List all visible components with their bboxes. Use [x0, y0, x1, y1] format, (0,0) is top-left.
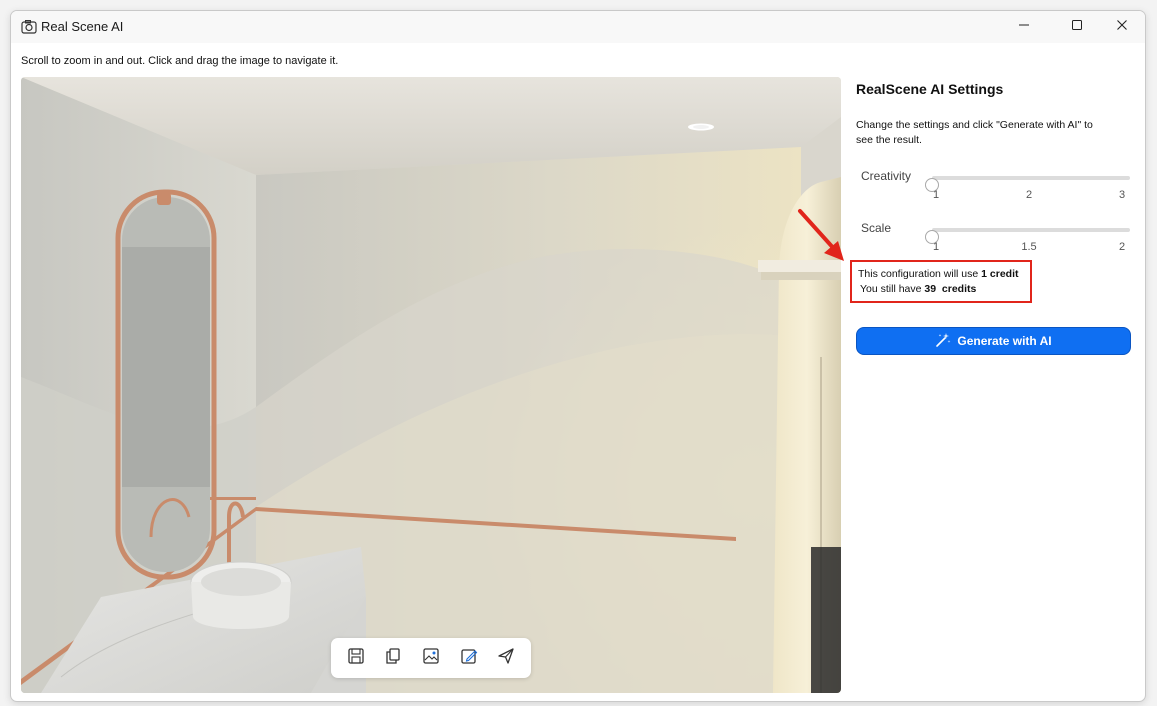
copy-icon	[384, 647, 402, 670]
settings-panel: RealScene AI Settings Change the setting…	[850, 77, 1136, 377]
maximize-icon	[1071, 18, 1083, 36]
scene-image-viewport[interactable]	[21, 77, 841, 693]
close-button[interactable]	[1099, 11, 1145, 43]
credit-remaining-amount: 39 credits	[924, 283, 977, 295]
scale-slider[interactable]	[925, 228, 1130, 244]
scale-tick: 2	[1118, 241, 1126, 253]
copy-button[interactable]	[380, 645, 406, 671]
send-icon	[497, 647, 515, 670]
minimize-icon	[1018, 18, 1030, 36]
creativity-tick: 2	[1025, 189, 1033, 201]
minimize-button[interactable]	[1001, 11, 1047, 43]
rendered-bathroom-scene	[21, 77, 841, 693]
settings-title: RealScene AI Settings	[856, 81, 1004, 97]
scale-label: Scale	[861, 221, 892, 235]
image-settings-icon	[422, 647, 440, 670]
scale-slider-row: Scale 1 1.5 2	[856, 221, 1136, 257]
creativity-slider-row: Creativity 1 2 3	[856, 169, 1136, 205]
creativity-tick: 3	[1118, 189, 1126, 201]
send-button[interactable]	[493, 645, 519, 671]
generate-button-label: Generate with AI	[957, 334, 1052, 348]
instructions-text: Scroll to zoom in and out. Click and dra…	[21, 55, 339, 67]
image-toolbar	[331, 638, 531, 678]
creativity-slider[interactable]	[925, 176, 1130, 192]
settings-description: Change the settings and click "Generate …	[856, 119, 1093, 146]
save-icon	[347, 647, 365, 670]
save-button[interactable]	[343, 645, 369, 671]
app-window: Real Scene AI Scroll to zoom in and out.…	[10, 10, 1146, 702]
creativity-tick: 1	[932, 189, 940, 201]
magic-wand-icon	[935, 332, 951, 351]
credit-remaining-line: You still have 39 credits	[860, 283, 977, 295]
edit-image-button[interactable]	[456, 645, 482, 671]
scale-tick: 1.5	[1021, 241, 1037, 253]
annotation-arrow-icon	[798, 209, 844, 261]
close-icon	[1116, 18, 1128, 36]
scale-tick: 1	[932, 241, 940, 253]
maximize-button[interactable]	[1054, 11, 1100, 43]
generate-with-ai-button[interactable]: Generate with AI	[856, 327, 1131, 355]
credit-usage-amount: 1 credit	[981, 268, 1019, 280]
camera-icon	[21, 19, 37, 35]
credit-usage-line: This configuration will use 1 credit	[858, 268, 1019, 280]
window-title: Real Scene AI	[41, 19, 124, 34]
title-bar[interactable]: Real Scene AI	[11, 11, 1145, 43]
creativity-label: Creativity	[861, 169, 912, 183]
credit-info-box: This configuration will use 1 credit You…	[850, 260, 1032, 303]
image-settings-button[interactable]	[418, 645, 444, 671]
edit-image-icon	[460, 647, 478, 670]
